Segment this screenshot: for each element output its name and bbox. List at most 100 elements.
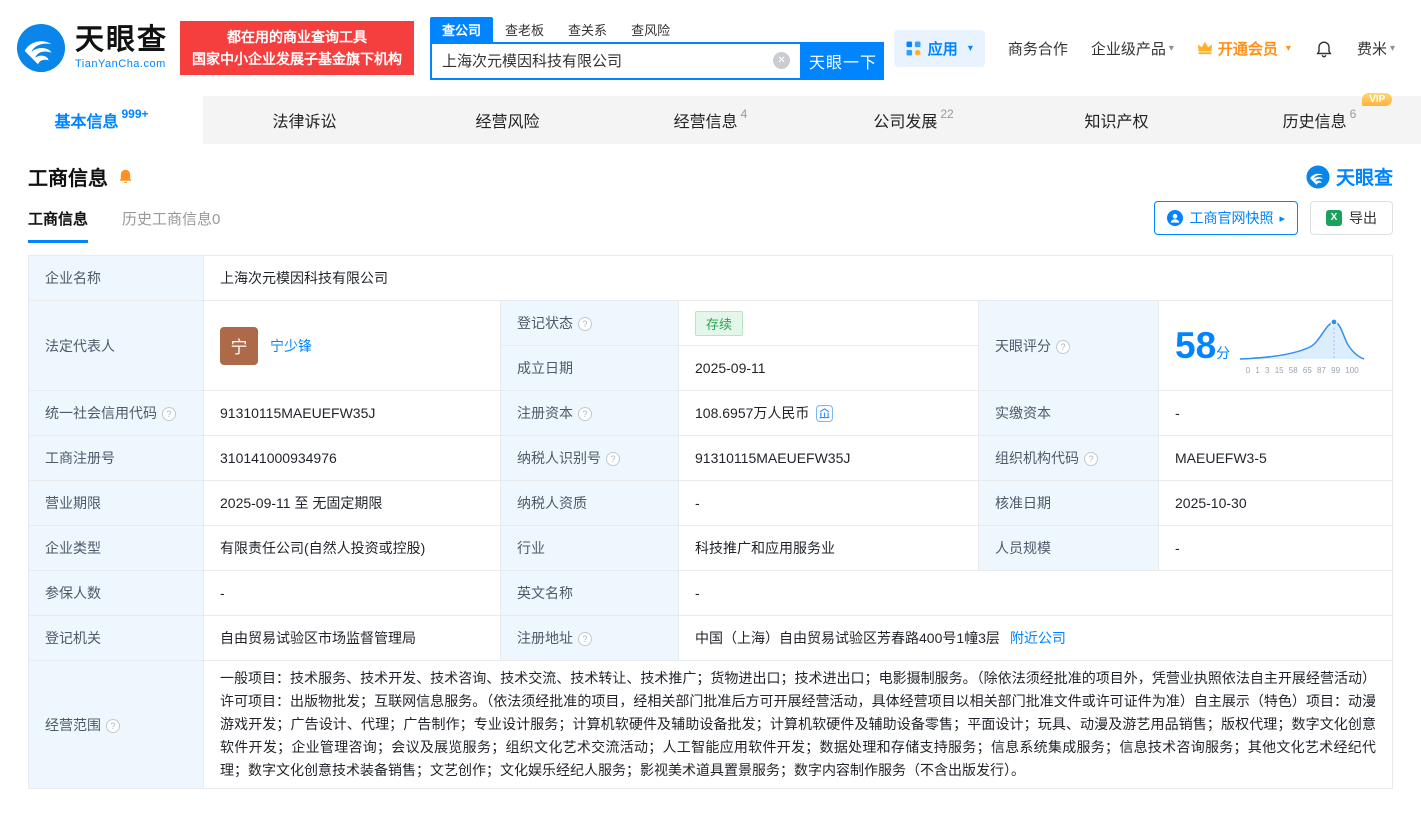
field-label-paid-capital: 实缴资本 [979,391,1159,436]
help-icon[interactable]: ? [1056,340,1070,354]
table-row: 经营范围? 一般项目：技术服务、技术开发、技术咨询、技术交流、技术转让、技术推广… [29,661,1393,789]
field-label-english-name: 英文名称 [501,571,679,616]
help-icon[interactable]: ? [162,407,176,421]
field-label-business-term: 营业期限 [29,481,204,526]
table-row: 企业类型 有限责任公司(自然人投资或控股) 行业 科技推广和应用服务业 人员规模… [29,526,1393,571]
arrow-right-icon: ▸ [1279,212,1285,225]
export-button[interactable]: X 导出 [1310,201,1393,235]
search-box: ✕ [430,42,802,80]
subtab-business-info[interactable]: 工商信息 [28,208,88,243]
section-header: 工商信息 天眼查 [0,144,1421,191]
nearby-companies-link[interactable]: 附近公司 [1010,630,1066,646]
tab-basic-info[interactable]: 基本信息999+ [0,96,203,144]
apps-menu[interactable]: 应用 ▾ [894,30,985,67]
username: 费米 [1357,38,1387,59]
chevron-down-icon: ▾ [1169,43,1174,54]
logo-text: 天眼查 [75,26,168,55]
clear-icon[interactable]: ✕ [773,52,790,69]
notification-bell-icon[interactable] [1314,38,1334,58]
field-value-org-code: MAEUEFW3-5 [1159,436,1393,481]
search-tab-boss[interactable]: 查老板 [493,17,556,42]
snapshot-badge-icon [1167,210,1183,226]
monitor-bell-icon[interactable] [117,168,134,185]
open-membership-menu[interactable]: 开通会员 ▾ [1197,38,1291,59]
slogan-line-1: 都在用的商业查询工具 [192,26,402,48]
field-value-paid-capital: - [1159,391,1393,436]
field-value-reg-status: 存续 [679,301,979,346]
field-value-business-scope: 一般项目：技术服务、技术开发、技术咨询、技术交流、技术转让、技术推广；货物进出口… [204,661,1393,789]
field-label-org-code: 组织机构代码? [979,436,1159,481]
legal-rep-avatar[interactable]: 宁 [220,327,258,365]
search-input[interactable] [442,52,773,69]
search-tab-risk[interactable]: 查风险 [619,17,682,42]
field-label-business-scope: 经营范围? [29,661,204,789]
enterprise-products-menu[interactable]: 企业级产品 ▾ [1091,38,1174,59]
field-value-establish-date: 2025-09-11 [679,346,979,391]
search-tab-company[interactable]: 查公司 [430,17,493,42]
tab-business-info[interactable]: 经营信息4 [609,96,812,144]
capital-bank-icon[interactable] [816,405,833,422]
apps-label: 应用 [928,38,958,59]
chevron-down-icon: ▾ [1286,43,1291,54]
tab-count-badge: 4 [741,107,748,121]
field-label-industry: 行业 [501,526,679,571]
field-value-credit-code: 91310115MAEUEFW35J [204,391,501,436]
field-value-company-name: 上海次元模因科技有限公司 [204,256,1393,301]
tianyancha-logo-icon [1306,165,1330,189]
business-cooperation-link[interactable]: 商务合作 [1008,38,1068,59]
tab-operational-risk[interactable]: 经营风险 [406,96,609,144]
business-registration-table: 企业名称 上海次元模因科技有限公司 法定代表人 宁 宁少锋 登记状态? 存续 天… [28,255,1393,789]
field-value-business-term: 2025-09-11 至 无固定期限 [204,481,501,526]
tab-company-development[interactable]: 公司发展22 [812,96,1015,144]
help-icon[interactable]: ? [578,632,592,646]
help-icon[interactable]: ? [1084,452,1098,466]
search-tab-relation[interactable]: 查关系 [556,17,619,42]
table-row: 统一社会信用代码? 91310115MAEUEFW35J 注册资本? 108.6… [29,391,1393,436]
crown-icon [1197,41,1213,55]
table-row: 营业期限 2025-09-11 至 无固定期限 纳税人资质 - 核准日期 202… [29,481,1393,526]
tianyancha-logo[interactable]: 天眼查 TianYanCha.com [16,23,168,73]
tab-history-info[interactable]: 历史信息6VIP [1218,96,1421,144]
field-value-reg-authority: 自由贸易试验区市场监督管理局 [204,616,501,661]
tianyancha-logo-icon [16,23,66,73]
field-value-taxpayer-id: 91310115MAEUEFW35J [679,436,979,481]
tab-count-badge: 6 [1350,107,1357,121]
help-icon[interactable]: ? [106,719,120,733]
field-label-taxpayer-quality: 纳税人资质 [501,481,679,526]
table-row: 参保人数 - 英文名称 - [29,571,1393,616]
field-label-reg-address: 注册地址? [501,616,679,661]
help-icon[interactable]: ? [578,317,592,331]
vip-badge: VIP [1362,93,1392,106]
tab-intellectual-property[interactable]: 知识产权 [1015,96,1218,144]
field-label-reg-number: 工商注册号 [29,436,204,481]
apps-grid-icon [906,41,921,56]
field-label-company-type: 企业类型 [29,526,204,571]
field-label-credit-code: 统一社会信用代码? [29,391,204,436]
field-value-english-name: - [679,571,1393,616]
tab-count-badge: 22 [940,107,953,121]
page: 天眼查 TianYanCha.com 都在用的商业查询工具 国家中小企业发展子基… [0,0,1421,789]
search-button[interactable]: 天眼一下 [802,42,884,80]
score-value: 58 [1175,325,1216,366]
field-value-score: 58分 0 1 3 15 58 65 87 99 100 [1159,301,1393,391]
header-nav: 应用 ▾ 商务合作 企业级产品 ▾ 开通会员 ▾ 费米 ▾ [894,30,1395,67]
tab-legal-litigation[interactable]: 法律诉讼 [203,96,406,144]
slogan-line-2: 国家中小企业发展子基金旗下机构 [192,48,402,70]
chevron-down-icon: ▾ [968,43,973,54]
field-label-company-name: 企业名称 [29,256,204,301]
field-value-reg-address: 中国（上海）自由贸易试验区芳春路400号1幢3层附近公司 [679,616,1393,661]
search-area: 查公司 查老板 查关系 查风险 ✕ 天眼一下 [430,17,884,80]
excel-icon: X [1326,210,1342,226]
chevron-down-icon: ▾ [1390,43,1395,54]
subtab-history-business-info[interactable]: 历史工商信息0 [122,208,220,243]
official-snapshot-button[interactable]: 工商官网快照 ▸ [1154,201,1298,235]
page-title: 工商信息 [28,162,108,191]
legal-rep-link[interactable]: 宁少锋 [270,336,312,356]
help-icon[interactable]: ? [606,452,620,466]
field-label-reg-status: 登记状态? [501,301,679,346]
field-value-company-type: 有限责任公司(自然人投资或控股) [204,526,501,571]
table-row: 工商注册号 310141000934976 纳税人识别号? 91310115MA… [29,436,1393,481]
help-icon[interactable]: ? [578,407,592,421]
field-label-staff-size: 人员规模 [979,526,1159,571]
user-menu[interactable]: 费米 ▾ [1357,38,1395,59]
